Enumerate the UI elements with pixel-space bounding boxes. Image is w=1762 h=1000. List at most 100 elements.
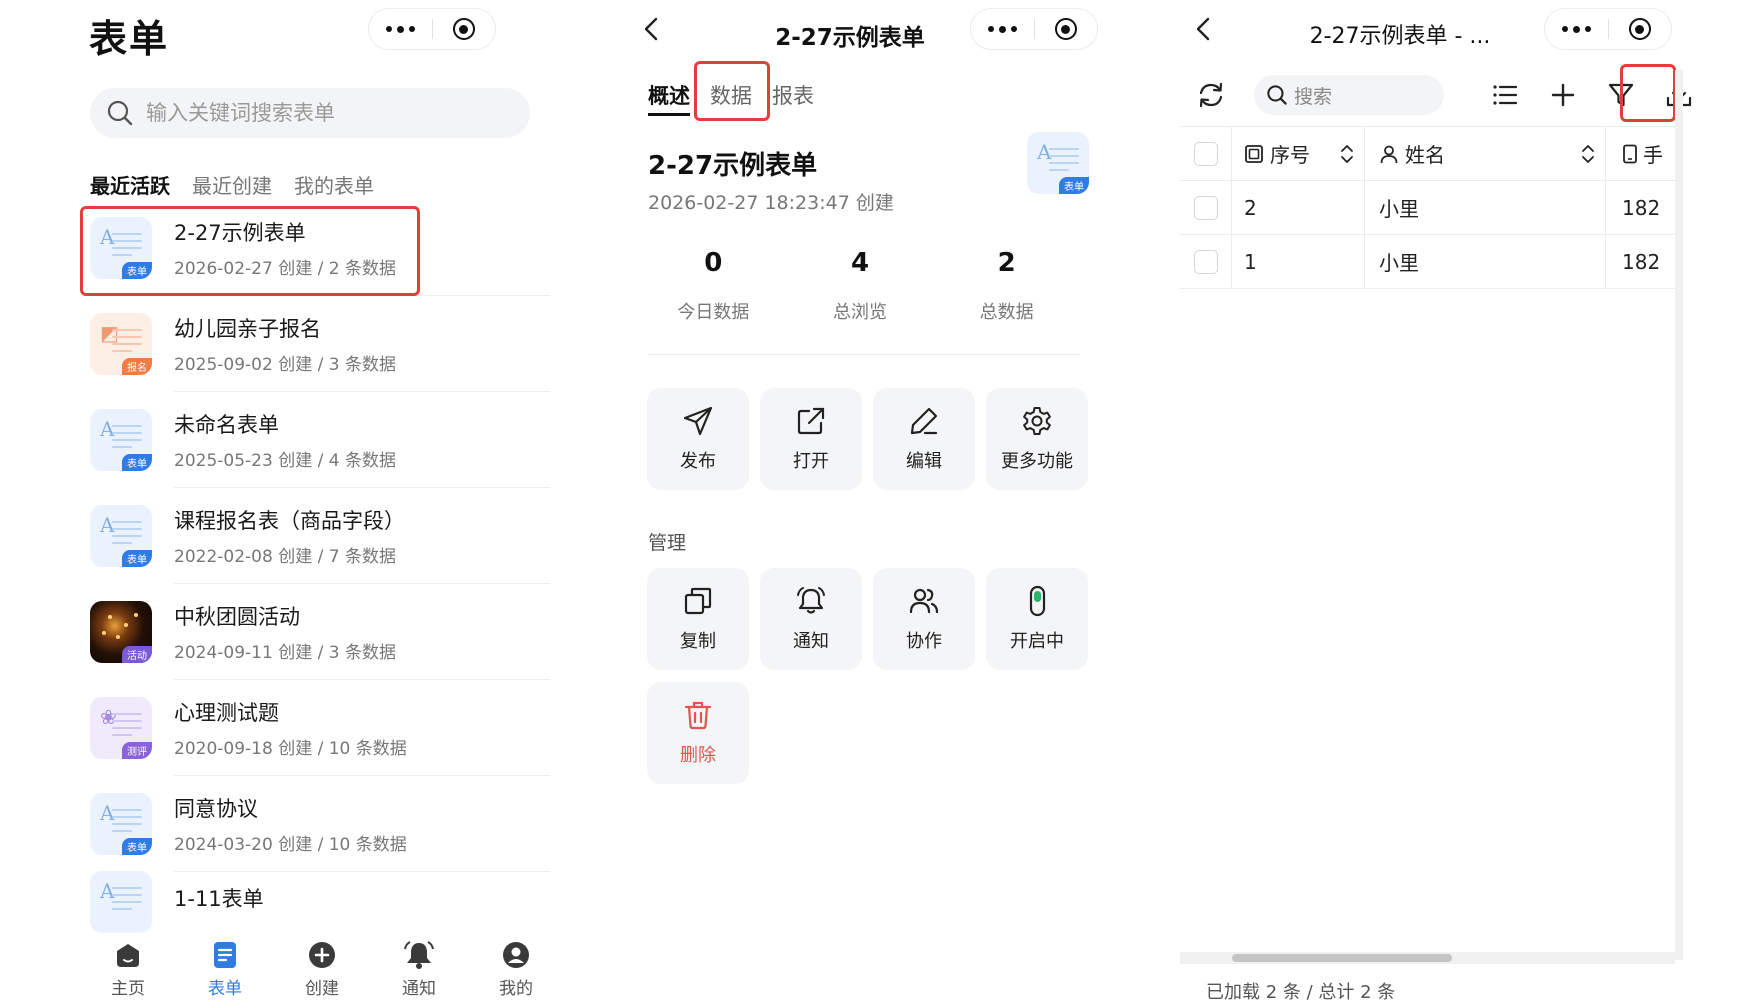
nav-create[interactable]: 创建 (286, 940, 358, 1000)
data-table: 序号 姓名 手 2 小里 182 1 小里 182 (1180, 126, 1675, 289)
sort-icon[interactable] (1340, 144, 1354, 164)
form-search-bar[interactable] (90, 88, 530, 138)
back-icon[interactable] (1192, 16, 1216, 46)
publish-button[interactable]: 发布 (647, 388, 749, 490)
form-type-icon: A 表单 (90, 793, 152, 855)
list-icon (1493, 85, 1518, 105)
list-view-button[interactable] (1480, 70, 1530, 120)
search-input[interactable] (146, 101, 506, 125)
highlight-box (1620, 64, 1676, 122)
form-list-item[interactable]: A 表单 同意协议 2024-03-20 创建 / 10 条数据 (90, 776, 550, 872)
page-title: 表单 (89, 17, 170, 61)
tab-overview[interactable]: 概述 (648, 80, 690, 116)
tab-recent-active[interactable]: 最近活跃 (90, 170, 170, 199)
table-row[interactable]: 2 小里 182 (1180, 181, 1675, 235)
tab-recent-created[interactable]: 最近创建 (192, 170, 272, 199)
nav-mine[interactable]: 我的 (480, 940, 552, 1000)
edit-button[interactable]: 编辑 (873, 388, 975, 490)
form-list-item[interactable]: A 1-11表单 (90, 871, 550, 933)
table-row[interactable]: 1 小里 182 (1180, 235, 1675, 289)
form-type-icon: A 表单 (1027, 132, 1089, 194)
form-list-item[interactable]: ❀ 测评 心理测试题 2020-09-18 创建 / 10 条数据 (90, 680, 550, 776)
bottom-nav: 主页 表单 创建 通知 我的 (92, 940, 552, 1000)
form-type-icon: ◩ 报名 (90, 313, 152, 375)
mini-program-capsule (1544, 8, 1672, 50)
search-icon (1267, 85, 1287, 105)
status-toggle-button[interactable]: 开启中 (986, 568, 1088, 670)
horizontal-scrollbar[interactable] (1180, 952, 1675, 964)
close-target-icon[interactable] (432, 18, 495, 40)
more-icon[interactable] (971, 25, 1034, 33)
action-grid: 发布 打开 编辑 更多功能 (647, 388, 1088, 490)
created-time: 2026-02-27 18:23:47 创建 (648, 192, 894, 214)
danger-grid: 删除 (647, 682, 749, 784)
row-checkbox[interactable] (1193, 195, 1218, 220)
search-icon (107, 100, 133, 126)
form-meta: 2025-09-02 创建 / 3 条数据 (174, 354, 396, 375)
table-header-row: 序号 姓名 手 (1180, 127, 1675, 181)
mini-program-capsule (970, 8, 1098, 50)
form-detail-screen: 2-27示例表单 概述 数据 报表 2-27示例表单 2026-02-27 18… (640, 0, 1116, 1000)
vertical-scrollbar[interactable] (1675, 70, 1683, 960)
form-meta: 2024-03-20 创建 / 10 条数据 (174, 834, 407, 855)
form-title: 未命名表单 (174, 412, 279, 437)
person-field-icon (1380, 145, 1398, 163)
form-title: 幼儿园亲子报名 (174, 316, 321, 341)
form-list-item[interactable]: A 表单 未命名表单 2025-05-23 创建 / 4 条数据 (90, 392, 550, 488)
tab-report[interactable]: 报表 (772, 80, 814, 116)
delete-button[interactable]: 删除 (647, 682, 749, 784)
form-name: 2-27示例表单 (648, 151, 818, 181)
load-status: 已加载 2 条 / 总计 2 条 (1206, 982, 1396, 1000)
form-list-item[interactable]: A 表单 课程报名表（商品字段） 2022-02-08 创建 / 7 条数据 (90, 488, 550, 584)
bell-icon (404, 940, 434, 970)
phone-field-icon (1623, 144, 1637, 163)
form-type-icon: A 表单 (90, 409, 152, 471)
refresh-button[interactable] (1186, 70, 1236, 120)
toggle-on-icon (1029, 585, 1046, 617)
form-list-item[interactable]: ◩ 报名 幼儿园亲子报名 2025-09-02 创建 / 3 条数据 (90, 296, 550, 392)
more-features-button[interactable]: 更多功能 (986, 388, 1088, 490)
form-filter-tabs: 最近活跃 最近创建 我的表单 (90, 170, 374, 199)
column-header-seq[interactable]: 序号 (1232, 127, 1365, 180)
form-meta: 2024-09-11 创建 / 3 条数据 (174, 642, 396, 663)
nav-forms[interactable]: 表单 (189, 940, 261, 1000)
stat-views[interactable]: 4 总浏览 (787, 248, 934, 324)
form-list-item[interactable]: 活动 中秋团圆活动 2024-09-11 创建 / 3 条数据 (90, 584, 550, 680)
pen-icon (910, 407, 938, 435)
copy-icon (684, 587, 712, 615)
form-title: 1-11表单 (174, 887, 264, 911)
nav-notify[interactable]: 通知 (383, 940, 455, 1000)
refresh-icon (1199, 82, 1223, 108)
mini-program-capsule (368, 8, 496, 50)
column-header-phone[interactable]: 手 (1606, 127, 1675, 180)
open-button[interactable]: 打开 (760, 388, 862, 490)
sort-icon[interactable] (1581, 144, 1595, 164)
copy-button[interactable]: 复制 (647, 568, 749, 670)
more-icon[interactable] (1545, 25, 1608, 33)
notify-button[interactable]: 通知 (760, 568, 862, 670)
close-target-icon[interactable] (1034, 18, 1097, 40)
add-button[interactable] (1538, 70, 1588, 120)
column-header-name[interactable]: 姓名 (1365, 127, 1606, 180)
tab-my-forms[interactable]: 我的表单 (294, 170, 374, 199)
form-stats: 0 今日数据 4 总浏览 2 总数据 (640, 248, 1080, 324)
more-icon[interactable] (369, 25, 432, 33)
nav-home[interactable]: 主页 (92, 940, 164, 1000)
stat-today[interactable]: 0 今日数据 (640, 248, 787, 324)
page-title: 2-27示例表单 - ... (1309, 24, 1491, 49)
plus-circle-icon (307, 940, 337, 970)
collaborate-button[interactable]: 协作 (873, 568, 975, 670)
form-type-icon: 活动 (90, 601, 152, 663)
close-target-icon[interactable] (1608, 18, 1671, 40)
plus-icon (1551, 83, 1575, 107)
home-icon (113, 940, 143, 970)
data-search-input[interactable]: 搜索 (1254, 75, 1444, 115)
form-title: 同意协议 (174, 796, 258, 821)
row-checkbox[interactable] (1193, 249, 1218, 274)
scrollbar-thumb[interactable] (1232, 954, 1452, 962)
form-title: 心理测试题 (174, 700, 279, 725)
manage-grid: 复制 通知 协作 开启中 (647, 568, 1088, 670)
stat-total[interactable]: 2 总数据 (933, 248, 1080, 324)
form-title: 中秋团圆活动 (174, 604, 300, 629)
select-all-checkbox[interactable] (1193, 141, 1218, 166)
